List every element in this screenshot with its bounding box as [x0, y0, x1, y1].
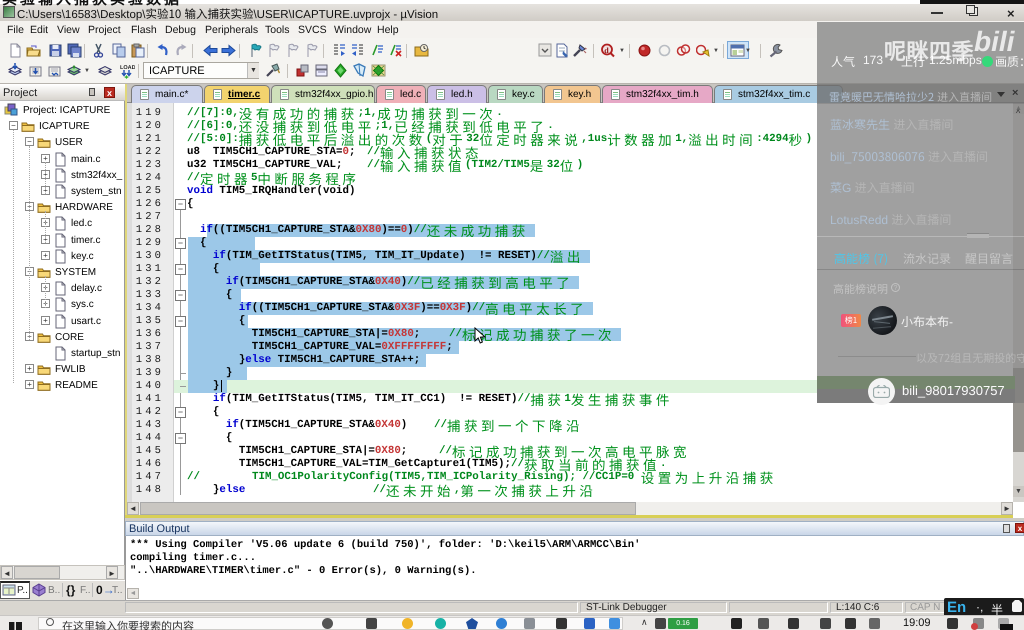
svg-text:d: d — [604, 46, 609, 55]
svg-text:LOAD: LOAD — [120, 65, 135, 71]
